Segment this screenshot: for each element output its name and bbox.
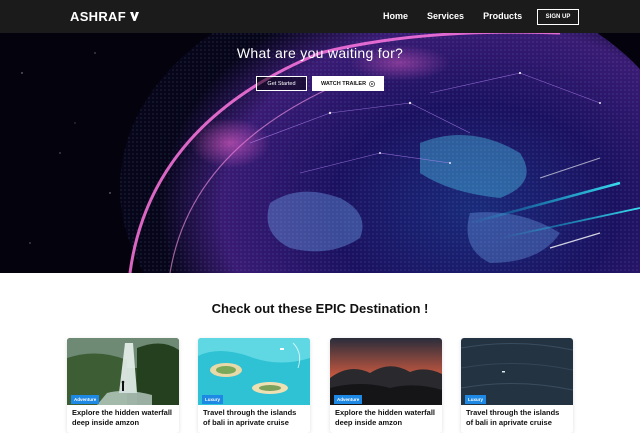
- nav-links: Home Services Products: [383, 11, 541, 21]
- section-title: Check out these EPIC Destination !: [211, 301, 429, 316]
- play-circle-icon: [369, 80, 375, 87]
- sign-up-button[interactable]: SIGN UP: [537, 9, 579, 25]
- card-category-badge: Luxury: [465, 395, 487, 404]
- card-image-waterfall: Adventure: [67, 338, 179, 405]
- hero-section: What are you waiting for? Get Started WA…: [0, 33, 640, 273]
- card-title: Explore the hidden waterfall deep inside…: [72, 408, 173, 427]
- logo-mark-icon: [129, 12, 139, 21]
- destination-card[interactable]: Adventure Explore the hidden waterfall d…: [67, 338, 179, 433]
- watch-trailer-label: WATCH TRAILER: [320, 80, 367, 87]
- nav-link-home[interactable]: Home: [383, 11, 408, 21]
- card-category-badge: Luxury: [202, 395, 224, 404]
- brand-name: ASHRAF: [70, 9, 126, 24]
- card-title: Travel through the islands of bali in ap…: [466, 408, 560, 427]
- hero-globe-background: [0, 33, 640, 273]
- card-category-badge: Adventure: [71, 395, 100, 404]
- nav-link-services[interactable]: Services: [427, 11, 464, 21]
- card-image-ocean-boat: Luxury: [461, 338, 573, 405]
- top-navbar: ASHRAF Home Services Products SIGN UP: [0, 0, 640, 33]
- hero-title: What are you waiting for?: [236, 45, 404, 61]
- watch-trailer-button[interactable]: WATCH TRAILER: [312, 76, 384, 91]
- brand-logo[interactable]: ASHRAF: [70, 9, 140, 24]
- card-title: Explore the hidden waterfall deep inside…: [335, 408, 436, 427]
- get-started-button[interactable]: Get Started: [256, 76, 307, 91]
- card-title: Travel through the islands of bali in ap…: [203, 408, 297, 427]
- card-image-bali-aerial: Luxury: [198, 338, 310, 405]
- card-image-sunset-mountains: Adventure: [330, 338, 442, 405]
- destination-card[interactable]: Luxury Travel through the islands of bal…: [461, 338, 573, 433]
- destination-card[interactable]: Adventure Explore the hidden waterfall d…: [330, 338, 442, 433]
- card-category-badge: Adventure: [334, 395, 363, 404]
- destination-card[interactable]: Luxury Travel through the islands of bal…: [198, 338, 310, 433]
- nav-link-products[interactable]: Products: [483, 11, 522, 21]
